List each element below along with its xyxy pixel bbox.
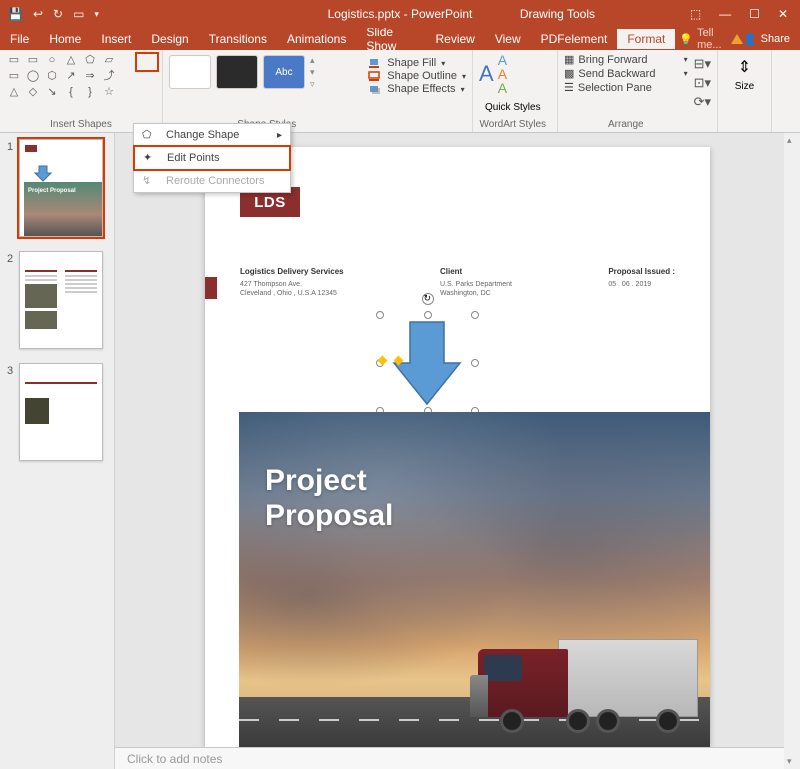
close-icon[interactable]: ✕ [778,7,788,21]
thumbnail-1[interactable]: Project Proposal [19,139,103,237]
share-icon: 👤 [743,33,757,46]
slide-canvas-area: LDS Logistics Delivery Services 427 Thom… [115,133,800,769]
tab-design[interactable]: Design [141,29,198,49]
rotate-handle[interactable] [422,293,434,305]
menu-edit-points[interactable]: ✦Edit Points [133,145,291,171]
size-icon[interactable]: ⇕ [738,57,751,77]
qa-more-icon[interactable]: ▾ [94,9,99,20]
thumb-number: 2 [7,251,15,349]
workspace: 1 Project Proposal 2 3 LDS [0,133,800,769]
tell-me[interactable]: 💡Tell me... [679,27,743,51]
shape-effects-button[interactable]: Shape Effects▾ [368,83,466,95]
wordart-style-a[interactable]: A [479,61,494,87]
shape-fill-button[interactable]: Shape Fill▾ [368,57,466,69]
tab-insert[interactable]: Insert [91,29,141,49]
tab-transitions[interactable]: Transitions [199,29,277,49]
notes-pane[interactable]: Click to add notes [115,747,784,769]
thumbnail-3[interactable] [19,363,103,461]
ribbon-tabs: File Home Insert Design Transitions Anim… [0,28,800,50]
resize-handle[interactable] [471,359,479,367]
minimize-icon[interactable]: — [719,7,731,21]
menu-reroute-connectors: ↯Reroute Connectors [134,170,290,192]
edit-shape-menu: ⬠Change Shape ✦Edit Points ↯Reroute Conn… [133,123,291,193]
tab-home[interactable]: Home [39,29,91,49]
thumb-number: 1 [7,139,15,237]
undo-icon[interactable]: ↩ [33,7,43,21]
accent-square [205,277,217,299]
warning-icon [731,34,743,44]
edit-points-icon: ✦ [143,151,159,165]
tab-file[interactable]: File [0,29,39,49]
save-icon[interactable]: 💾 [8,7,23,21]
slide[interactable]: LDS Logistics Delivery Services 427 Thom… [205,147,710,747]
lightbulb-icon: 💡 [679,33,693,46]
maximize-icon[interactable]: ☐ [749,7,760,21]
selection-pane-button[interactable]: ☰Selection Pane [564,81,688,94]
quick-styles-button[interactable]: Quick Styles [479,100,547,115]
down-arrow-shape[interactable] [392,319,462,407]
tab-review[interactable]: Review [425,29,484,49]
reroute-icon: ↯ [142,174,158,188]
group-button[interactable]: ⊡▾ [694,75,711,91]
title-bar: 💾 ↩ ↻ ▭ ▾ Logistics.pptx - PowerPoint Dr… [0,0,800,28]
info-row: Logistics Delivery Services 427 Thompson… [240,267,675,298]
resize-handle[interactable] [471,311,479,319]
hero-title: Project Proposal [265,464,393,533]
tab-pdfelement[interactable]: PDFelement [531,29,618,49]
resize-handle[interactable] [376,311,384,319]
client-label: Client [440,267,512,276]
redo-icon[interactable]: ↻ [53,7,63,21]
shapes-gallery[interactable]: ▭▭○△⬠▱ ▭◯⬡↗⇒⤴ △◇↘{}☆ [6,53,156,99]
send-backward-button[interactable]: ▩Send Backward▾ [564,67,688,80]
ribbon: ▭▭○△⬠▱ ▭◯⬡↗⇒⤴ △◇↘{}☆ Insert Shapes Abc ▴… [0,50,800,133]
send-backward-icon: ▩ [564,67,574,80]
rotate-button[interactable]: ⟳▾ [694,94,711,110]
issued-label: Proposal Issued : [608,267,675,276]
vertical-scrollbar[interactable] [784,133,800,769]
window-title: Logistics.pptx - PowerPoint [328,7,473,21]
thumb-number: 3 [7,363,15,461]
selection-pane-icon: ☰ [564,81,574,94]
resize-handle[interactable] [424,311,432,319]
align-button[interactable]: ⊟▾ [694,56,711,72]
hero-image: Project Proposal [239,412,710,747]
bring-forward-icon: ▦ [564,53,574,66]
group-wordart-styles: WordArt Styles [479,119,547,131]
share-button[interactable]: 👤Share [743,33,800,46]
menu-change-shape[interactable]: ⬠Change Shape [134,124,290,146]
edit-shape-dropdown[interactable] [135,52,159,72]
tab-view[interactable]: View [485,29,531,49]
contextual-tab-label: Drawing Tools [520,7,595,21]
tab-animations[interactable]: Animations [277,29,356,49]
start-slideshow-icon[interactable]: ▭ [73,7,84,21]
change-shape-icon: ⬠ [142,128,158,142]
shape-outline-button[interactable]: Shape Outline▾ [368,70,466,82]
selected-shape[interactable] [380,315,475,411]
size-button[interactable]: Size [735,81,754,92]
slide-thumbnails: 1 Project Proposal 2 3 [0,133,115,769]
thumbnail-2[interactable] [19,251,103,349]
bring-forward-button[interactable]: ▦Bring Forward▾ [564,53,688,66]
ribbon-display-icon[interactable]: ⬚ [690,7,701,21]
group-arrange: Arrange [564,119,688,131]
truck-graphic [458,627,698,737]
company-name: Logistics Delivery Services [240,267,344,276]
shape-styles-gallery[interactable]: Abc ▴▾▿ [169,55,315,90]
tab-format[interactable]: Format [617,29,675,49]
